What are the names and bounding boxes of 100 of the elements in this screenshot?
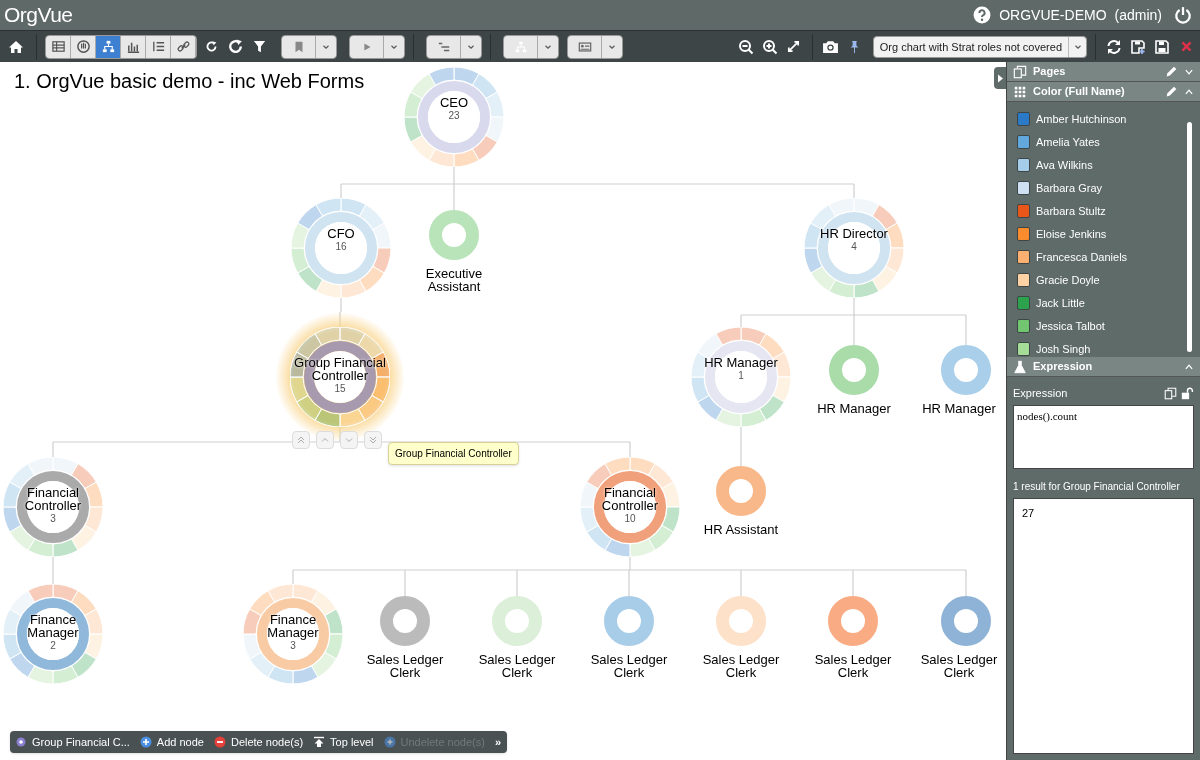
org-node-ring-drawing[interactable]: [404, 67, 504, 167]
view-button[interactable]: [171, 35, 196, 58]
org-node-ring-drawing[interactable]: [828, 596, 878, 646]
card-icon: [577, 39, 592, 54]
grid-icon: [1013, 84, 1027, 99]
expression-field[interactable]: nodes().count: [1013, 405, 1194, 469]
hierarchy-icon: [100, 39, 116, 54]
help-icon[interactable]: [973, 6, 992, 24]
node-title: Finance Manager: [26, 613, 80, 639]
list-layout-button[interactable]: [427, 35, 461, 58]
legend-label: Ava Wilkins: [1036, 157, 1093, 173]
legend-label: Jessica Talbot: [1036, 318, 1105, 334]
zoom-out-icon: [737, 38, 754, 55]
saved-view-dropdown[interactable]: Org chart with Strat roles not covered: [872, 35, 1087, 58]
bookmark-button[interactable]: [282, 35, 316, 58]
org-node-ring-drawing[interactable]: [691, 327, 791, 427]
save-icon: [1154, 38, 1170, 55]
org-node-ring-drawing[interactable]: [3, 457, 103, 557]
node-count: 4: [851, 241, 857, 253]
node-count: 3: [290, 640, 296, 652]
play-button[interactable]: [350, 35, 384, 58]
view-button[interactable]: [146, 35, 171, 58]
section-title: Pages: [1033, 64, 1067, 80]
expand-icon: [786, 39, 802, 54]
legend-label: Barbara Stultz: [1036, 203, 1106, 219]
close-icon: [1179, 40, 1193, 53]
org-node-ring-drawing[interactable]: [604, 596, 654, 646]
plus-circle-icon: [383, 736, 396, 748]
org-node-ring-drawing[interactable]: [290, 327, 390, 427]
node-title: Sales Ledger Clerk: [701, 653, 781, 679]
section-header[interactable]: Color (Full Name): [1007, 82, 1200, 102]
save-as-icon: [1130, 38, 1146, 55]
view-button[interactable]: [121, 35, 146, 58]
hierarchy-layout-button[interactable]: [504, 35, 538, 58]
node-count: 10: [624, 513, 636, 525]
app-logo: OrgVue: [4, 2, 73, 29]
pencil-icon[interactable]: [1165, 65, 1178, 78]
legend-label: Barbara Gray: [1036, 180, 1103, 196]
org-node-ring-drawing[interactable]: [941, 345, 991, 395]
tooltip: Group Financial Controller: [388, 442, 519, 465]
action-button[interactable]: Delete node(s): [213, 733, 304, 751]
result-label: 1 result for Group Financial Controller: [1013, 480, 1181, 494]
workspace-name: ORGVUE-DEMO: [999, 5, 1107, 25]
dropdown-button[interactable]: [602, 35, 622, 58]
org-node-ring-drawing[interactable]: [941, 596, 991, 646]
pencil-icon[interactable]: [1165, 85, 1178, 98]
home-icon[interactable]: [8, 38, 24, 55]
dropdown-button[interactable]: [384, 35, 404, 58]
view-button[interactable]: [96, 35, 121, 58]
copy-icon[interactable]: [1164, 386, 1177, 400]
chart-title: 1. OrgVue basic demo - inc Web Forms: [14, 69, 365, 94]
legend-label: Jack Little: [1036, 295, 1085, 311]
node-count: 16: [335, 241, 347, 253]
dropdown-button[interactable]: [461, 35, 481, 58]
unlock-icon[interactable]: [1181, 386, 1194, 400]
view-button[interactable]: [71, 35, 96, 58]
view-button[interactable]: [46, 35, 71, 58]
org-node-ring-drawing[interactable]: [3, 584, 103, 684]
org-node-ring-drawing[interactable]: [429, 210, 479, 260]
collapse-panel-button[interactable]: [994, 67, 1006, 89]
power-icon[interactable]: [1174, 6, 1192, 24]
refresh-icon: [204, 40, 218, 53]
org-node-ring-drawing[interactable]: [580, 457, 680, 557]
scrollbar[interactable]: [1187, 122, 1192, 352]
camera-icon: [822, 38, 840, 55]
legend-label: Gracie Doyle: [1036, 272, 1100, 288]
more-button[interactable]: »: [494, 733, 502, 751]
legend-label: Amelia Yates: [1036, 134, 1100, 150]
org-node-ring-drawing[interactable]: [804, 198, 904, 298]
node-title: Financial Controller: [23, 486, 83, 512]
dropdown-button[interactable]: [316, 35, 336, 58]
view-switcher[interactable]: [45, 34, 197, 59]
org-node-ring-drawing[interactable]: [291, 198, 391, 298]
table-icon: [50, 39, 66, 54]
saved-view-label: Org chart with Strat roles not covered: [878, 39, 1063, 54]
org-node-ring-drawing[interactable]: [380, 596, 430, 646]
section-header[interactable]: Expression: [1007, 357, 1200, 377]
node-title: Financial Controller: [600, 486, 660, 512]
action-button[interactable]: Top level: [313, 733, 374, 751]
node-title: Finance Manager: [266, 613, 320, 639]
node-title: HR Director: [820, 227, 888, 240]
zoom-in-icon: [761, 38, 778, 55]
node-title: CFO: [327, 227, 355, 240]
action-button[interactable]: Add node: [139, 733, 204, 751]
legend-label: Eloise Jenkins: [1036, 226, 1107, 242]
plus-circle-icon: [139, 736, 152, 748]
node-count: 3: [50, 513, 56, 525]
double-down-chevron-button[interactable]: [364, 431, 382, 449]
user-role: (admin): [1114, 5, 1162, 25]
expand-arrow-icon: [996, 73, 1004, 83]
org-node-ring-drawing[interactable]: [716, 466, 766, 516]
legend-label: Josh Singh: [1036, 341, 1091, 357]
double-down-chevron-icon: [367, 434, 379, 446]
org-node-ring-drawing[interactable]: [829, 345, 879, 395]
node-title: HR Manager: [921, 402, 997, 415]
dropdown-button[interactable]: [538, 35, 558, 58]
org-node-ring-drawing[interactable]: [243, 584, 343, 684]
section-header[interactable]: Pages: [1007, 62, 1200, 82]
card-view-button[interactable]: [568, 35, 602, 58]
double-up-chevron-button[interactable]: [292, 431, 310, 449]
